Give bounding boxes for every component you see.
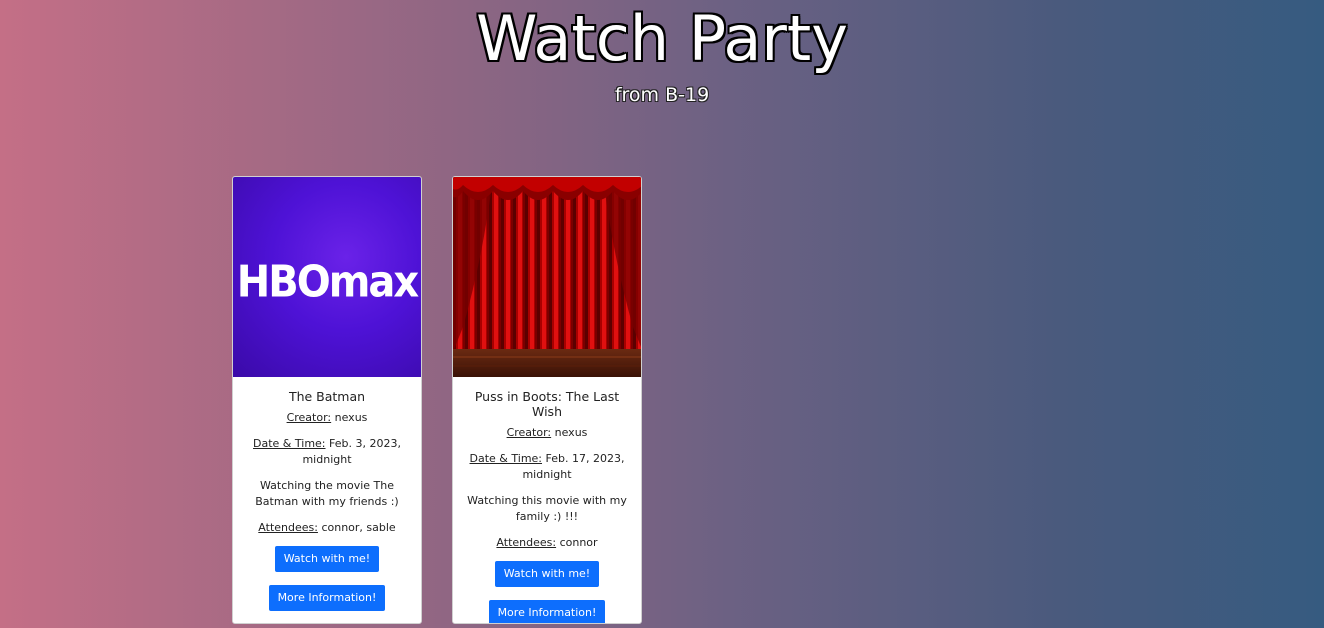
page-header: Watch Party from B-19 xyxy=(0,0,1324,106)
more-information-button[interactable]: More Information! xyxy=(488,600,606,623)
creator-label: Creator: xyxy=(286,411,332,424)
watch-with-me-button[interactable]: Watch with me! xyxy=(274,546,380,572)
page-title: Watch Party xyxy=(476,2,848,75)
theater-curtain-image xyxy=(453,177,641,377)
more-information-button[interactable]: More Information! xyxy=(268,585,386,611)
datetime-label: Date & Time: xyxy=(469,452,543,465)
event-datetime: Date & Time: Feb. 17, 2023, midnight xyxy=(461,451,633,483)
event-creator: Creator: nexus xyxy=(461,425,633,441)
hbo-max-logo: HBOmax xyxy=(236,256,419,308)
event-title: Puss in Boots: The Last Wish xyxy=(474,389,620,419)
attendees-label: Attendees: xyxy=(496,536,557,549)
event-title: The Batman xyxy=(288,389,366,404)
page-subtitle: from B-19 xyxy=(614,84,710,106)
watch-with-me-button[interactable]: Watch with me! xyxy=(494,561,600,587)
creator-value: nexus xyxy=(554,426,588,439)
attendees-label: Attendees: xyxy=(258,521,318,534)
event-card: Puss in Boots: The Last Wish Creator: ne… xyxy=(452,176,642,624)
curtain-graphic xyxy=(453,177,641,377)
datetime-label: Date & Time: xyxy=(253,437,326,450)
event-description: Watching this movie with my family :) !!… xyxy=(467,494,627,523)
event-card: HBOmax The Batman Creator: nexus Date & … xyxy=(232,176,422,624)
creator-label: Creator: xyxy=(506,426,552,439)
attendees-value: connor xyxy=(559,536,598,549)
event-description: Watching the movie The Batman with my fr… xyxy=(255,479,399,508)
event-attendees: Attendees: connor xyxy=(461,535,633,551)
creator-value: nexus xyxy=(334,411,368,424)
attendees-value: connor, sable xyxy=(321,521,396,534)
event-creator: Creator: nexus xyxy=(241,410,413,426)
event-datetime: Date & Time: Feb. 3, 2023, midnight xyxy=(241,436,413,468)
event-attendees: Attendees: connor, sable xyxy=(241,520,413,536)
hbo-max-logo-image: HBOmax xyxy=(233,177,421,377)
